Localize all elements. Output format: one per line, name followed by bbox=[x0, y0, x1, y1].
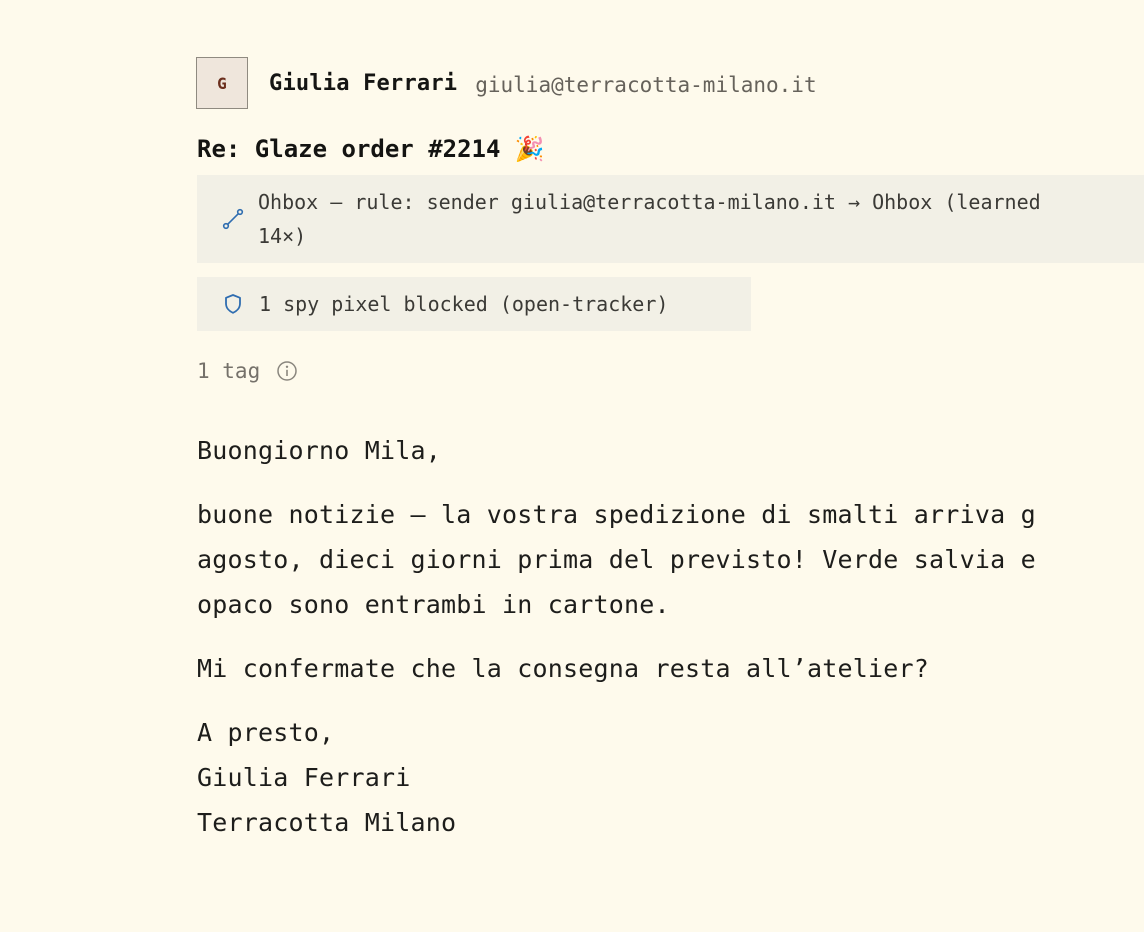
sender-name[interactable]: Giulia Ferrari bbox=[269, 71, 457, 96]
body-greeting: Buongiorno Mila, bbox=[197, 436, 442, 465]
message-view: G Giulia Ferrari giulia@terracotta-milan… bbox=[196, 56, 1144, 845]
body-paragraph-line: opaco sono entrambi in cartone. bbox=[197, 590, 670, 619]
info-icon[interactable] bbox=[276, 360, 298, 382]
body-signoff: A presto, bbox=[197, 718, 335, 747]
tag-count: 1 tag bbox=[197, 359, 261, 383]
subject-emoji: 🎉 bbox=[514, 135, 545, 163]
body-paragraph-line: agosto, dieci giorni prima del previsto!… bbox=[197, 545, 1036, 574]
subject-text: Re: Glaze order #2214 bbox=[197, 135, 501, 163]
rule-notice-line1: Ohbox — rule: sender giulia@terracotta-m… bbox=[258, 190, 1041, 214]
body-paragraph-line: buone notizie — la vostra spedizione di … bbox=[197, 500, 1036, 529]
signature-company: Terracotta Milano bbox=[197, 808, 457, 837]
tracker-notice[interactable]: 1 spy pixel blocked (open-tracker) bbox=[197, 277, 751, 331]
message-body: Buongiorno Mila, buone notizie — la vost… bbox=[197, 428, 1144, 845]
shield-icon bbox=[225, 294, 241, 314]
tag-summary[interactable]: 1 tag bbox=[197, 354, 1144, 388]
avatar[interactable]: G bbox=[196, 57, 248, 109]
subject-line: Re: Glaze order #2214 🎉 bbox=[197, 131, 1144, 167]
avatar-initial: G bbox=[217, 73, 227, 93]
rule-notice-text: Ohbox — rule: sender giulia@terracotta-m… bbox=[258, 185, 1041, 253]
sender-email[interactable]: giulia@terracotta-milano.it bbox=[475, 73, 816, 97]
tracker-notice-text: 1 spy pixel blocked (open-tracker) bbox=[259, 292, 669, 316]
rule-notice-line2: 14×) bbox=[258, 224, 307, 248]
sender-header: G Giulia Ferrari giulia@terracotta-milan… bbox=[196, 56, 1144, 110]
signature-name: Giulia Ferrari bbox=[197, 763, 411, 792]
route-icon bbox=[222, 208, 244, 230]
rule-notice[interactable]: Ohbox — rule: sender giulia@terracotta-m… bbox=[197, 175, 1144, 263]
body-paragraph: Mi confermate che la consegna resta all’… bbox=[197, 654, 930, 683]
